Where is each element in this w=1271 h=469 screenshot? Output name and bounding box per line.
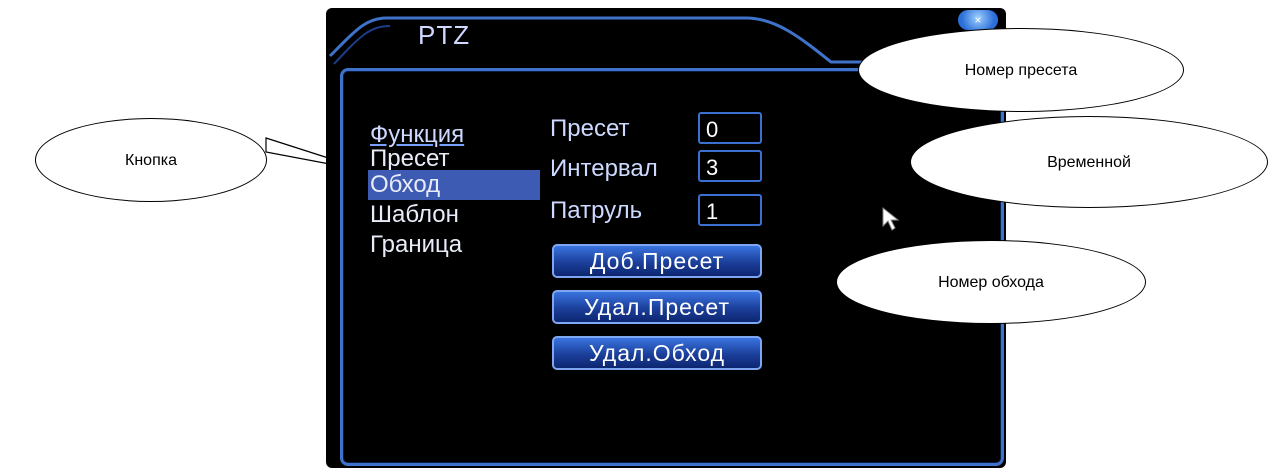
interval-label: Интервал [550, 155, 658, 182]
callout-preset-number: Номер пресета [858, 28, 1184, 112]
window-title: PTZ [418, 20, 471, 50]
preset-number-field[interactable]: 0 [698, 112, 762, 144]
callout-tour-number: Номер обхода [836, 240, 1146, 324]
menu-item-border[interactable]: Граница [370, 230, 462, 260]
delete-preset-button[interactable]: Удал.Пресет [552, 290, 762, 324]
menu-item-pattern[interactable]: Шаблон [370, 200, 459, 230]
patrol-number-field[interactable]: 1 [698, 194, 762, 226]
callout-button-text: Кнопка [125, 152, 177, 169]
delete-tour-button[interactable]: Удал.Обход [552, 336, 762, 370]
callout-preset-number-text: Номер пресета [964, 62, 1078, 79]
callout-interval: Временной [910, 116, 1268, 208]
mouse-cursor-icon [882, 206, 900, 231]
preset-label: Пресет [550, 115, 630, 142]
menu-item-tour[interactable]: Обход [368, 170, 540, 200]
patrol-label: Патруль [550, 197, 643, 224]
close-button[interactable]: × [958, 10, 998, 30]
callout-tour-number-text: Номер обхода [938, 274, 1044, 291]
add-preset-button[interactable]: Доб.Пресет [552, 244, 762, 278]
close-icon: × [974, 13, 982, 27]
callout-interval-text: Временной [1047, 154, 1131, 171]
callout-button: Кнопка [35, 118, 267, 202]
interval-field[interactable]: 3 [698, 150, 762, 182]
